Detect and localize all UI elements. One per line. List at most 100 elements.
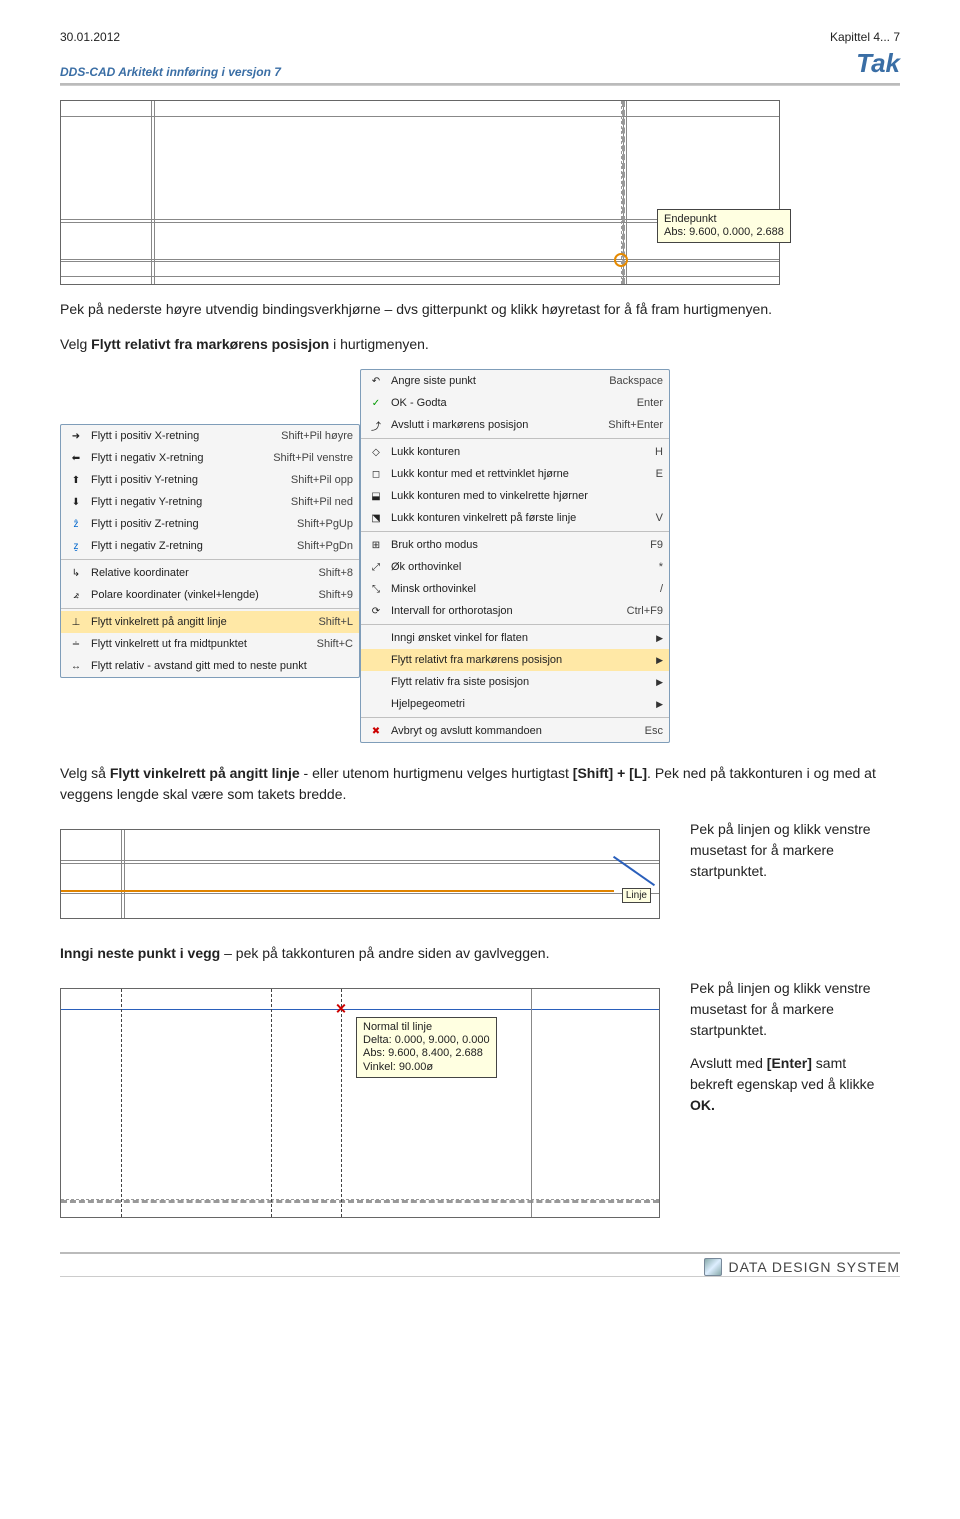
submenu-item[interactable]: ⬇Flytt i negativ Y-retningShift+Pil ned [61, 491, 359, 513]
submenu-arrow-icon: ▶ [656, 633, 663, 644]
submenu-item[interactable]: ⦨Polare koordinater (vinkel+lengde)Shift… [61, 584, 359, 606]
menu-item[interactable]: Hjelpegeometri▶ [361, 693, 669, 715]
arrow-right-icon: ➜ [67, 429, 85, 443]
caption-fig2-text: Pek på linjen og klikk venstre musetast … [690, 821, 871, 879]
ortho-interval-icon: ⟳ [367, 604, 385, 618]
submenu-item[interactable]: ↳Relative koordinaterShift+8 [61, 562, 359, 584]
ortho-dec-icon: ⤡ [367, 582, 385, 596]
tooltip-title: Endepunkt [664, 213, 784, 226]
arrow-down-icon: ⬇ [67, 495, 85, 509]
polar-coords-icon: ⦨ [67, 588, 85, 602]
paragraph-3: Inngi neste punkt i vegg – pek på takkon… [60, 943, 900, 964]
menu-item[interactable]: ⤡Minsk orthovinkel/ [361, 578, 669, 600]
menu-item[interactable]: ⊞Bruk ortho modusF9 [361, 534, 669, 556]
footer-logo: DATA DESIGN SYSTEM [704, 1258, 900, 1276]
subtitle-right: Tak [856, 48, 900, 79]
submenu-item[interactable]: z̬Flytt i negativ Z-retningShift+PgDn [61, 535, 359, 557]
relative-coords-icon: ↳ [67, 566, 85, 580]
figure-endpoint-snap: Endepunkt Abs: 9.600, 0.000, 2.688 [60, 100, 780, 285]
submenu-item-highlight[interactable]: ⊥Flytt vinkelrett på angitt linjeShift+L [61, 611, 359, 633]
menu-item[interactable]: ↶Angre siste punktBackspace [361, 370, 669, 392]
figure3-row: ✕ Normal til linje Delta: 0.000, 9.000, … [60, 978, 900, 1228]
submenu-flytt[interactable]: ➜Flytt i positiv X-retningShift+Pil høyr… [60, 424, 360, 678]
close-right-angle-icon: ◻ [367, 467, 385, 481]
p1-text: Pek på nederste høyre utvendig bindingsv… [60, 301, 772, 317]
header-date: 30.01.2012 [60, 30, 120, 44]
endpoint-marker [614, 253, 628, 267]
submenu-arrow-icon: ▶ [656, 699, 663, 710]
menu-item[interactable]: Flytt relativ fra siste posisjon▶ [361, 671, 669, 693]
header-rule [60, 83, 900, 86]
footer-text: DATA DESIGN SYSTEM [728, 1259, 900, 1275]
tooltip-normal: Normal til linje Delta: 0.000, 9.000, 0.… [356, 1017, 497, 1078]
figure-pick-line: Linje [60, 829, 660, 919]
p2-d: [Shift] + [L] [573, 765, 647, 781]
ortho-icon: ⊞ [367, 538, 385, 552]
caption-fig3: Pek på linjen og klikk venstre musetast … [690, 978, 890, 1116]
z-down-icon: z̬ [67, 539, 85, 553]
distance-icon: ↔ [67, 659, 85, 673]
submenu-item[interactable]: ẑFlytt i positiv Z-retningShift+PgUp [61, 513, 359, 535]
figure-normal-to-line: ✕ Normal til linje Delta: 0.000, 9.000, … [60, 988, 660, 1218]
caption-fig2: Pek på linjen og klikk venstre musetast … [690, 819, 890, 882]
submenu-arrow-icon: ▶ [656, 655, 663, 666]
menu-item[interactable]: ✓OK - GodtaEnter [361, 392, 669, 414]
p2-a: Velg så [60, 765, 110, 781]
submenu-item[interactable]: ↔Flytt relativ - avstand gitt med to nes… [61, 655, 359, 677]
p1b-b: Flytt relativt fra markørens posisjon [91, 336, 329, 352]
caption3-a: Pek på linjen og klikk venstre musetast … [690, 980, 871, 1038]
move-relative-icon [367, 653, 385, 667]
tooltip-coords: Abs: 9.600, 0.000, 2.688 [664, 226, 784, 239]
menu-item[interactable]: ⬔Lukk konturen vinkelrett på første linj… [361, 507, 669, 529]
menu-item[interactable]: ⬓Lukk konturen med to vinkelrette hjørne… [361, 485, 669, 507]
paragraph-1: Pek på nederste høyre utvendig bindingsv… [60, 299, 900, 320]
main-context-menu[interactable]: ↶Angre siste punktBackspace ✓OK - GodtaE… [360, 369, 670, 743]
p1b-c: i hurtigmenyen. [329, 336, 429, 352]
submenu-item[interactable]: ➜Flytt i positiv X-retningShift+Pil høyr… [61, 425, 359, 447]
page-subtitle-row: DDS-CAD Arkitekt innføring i versjon 7 T… [60, 48, 900, 79]
close-perp-first-icon: ⬔ [367, 511, 385, 525]
menu-item[interactable]: Inngi ønsket vinkel for flaten▶ [361, 627, 669, 649]
cancel-icon: ✖ [367, 724, 385, 738]
menu-item-highlight[interactable]: Flytt relativt fra markørens posisjon▶ [361, 649, 669, 671]
submenu-arrow-icon: ▶ [656, 677, 663, 688]
z-up-icon: ẑ [67, 517, 85, 531]
caption3-b2: [Enter] [767, 1055, 812, 1071]
ortho-inc-icon: ⤢ [367, 560, 385, 574]
menu-item[interactable]: ✖Avbryt og avslutt kommandoenEsc [361, 720, 669, 742]
submenu-item[interactable]: ⬅Flytt i negativ X-retningShift+Pil vens… [61, 447, 359, 469]
menu-item[interactable]: ⤴Avslutt i markørens posisjonShift+Enter [361, 414, 669, 436]
arrow-up-icon: ⬆ [67, 473, 85, 487]
menu-item[interactable]: ◻Lukk kontur med et rettvinklet hjørneE [361, 463, 669, 485]
move-last-icon [367, 675, 385, 689]
angle-icon [367, 631, 385, 645]
menu-item[interactable]: ⤢Øk orthovinkel* [361, 556, 669, 578]
p2-b: Flytt vinkelrett på angitt linje [110, 765, 300, 781]
p2-c: - eller utenom hurtigmenu velges hurtigt… [300, 765, 573, 781]
close-two-corners-icon: ⬓ [367, 489, 385, 503]
finish-icon: ⤴ [367, 418, 385, 432]
midpoint-icon: ∸ [67, 637, 85, 651]
p3-rest: – pek på takkonturen på andre siden av g… [220, 945, 549, 961]
menu-item[interactable]: ⟳Intervall for orthorotasjonCtrl+F9 [361, 600, 669, 622]
tooltip-linje: Linje [622, 888, 651, 903]
tooltip-l4: Vinkel: 90.00ø [363, 1061, 490, 1074]
context-menus: ➜Flytt i positiv X-retningShift+Pil høyr… [60, 369, 900, 743]
ok-icon: ✓ [367, 396, 385, 410]
p1b-a: Velg [60, 336, 91, 352]
menu-item[interactable]: ◇Lukk konturenH [361, 441, 669, 463]
submenu-item[interactable]: ∸Flytt vinkelrett ut fra midtpunktetShif… [61, 633, 359, 655]
point-x-mark: ✕ [335, 1001, 347, 1018]
perpendicular-icon: ⊥ [67, 615, 85, 629]
helper-geom-icon [367, 697, 385, 711]
tooltip-l3: Abs: 9.600, 8.400, 2.688 [363, 1047, 490, 1060]
tooltip-l2: Delta: 0.000, 9.000, 0.000 [363, 1034, 490, 1047]
tooltip-endpoint: Endepunkt Abs: 9.600, 0.000, 2.688 [657, 209, 791, 243]
arrow-left-icon: ⬅ [67, 451, 85, 465]
caption3-b1: Avslutt med [690, 1055, 767, 1071]
paragraph-2: Velg så Flytt vinkelrett på angitt linje… [60, 763, 900, 805]
paragraph-1b: Velg Flytt relativt fra markørens posisj… [60, 334, 900, 355]
page-header: 30.01.2012 Kapittel 4... 7 [60, 30, 900, 44]
submenu-item[interactable]: ⬆Flytt i positiv Y-retningShift+Pil opp [61, 469, 359, 491]
p3-bold: Inngi neste punkt i vegg [60, 945, 220, 961]
